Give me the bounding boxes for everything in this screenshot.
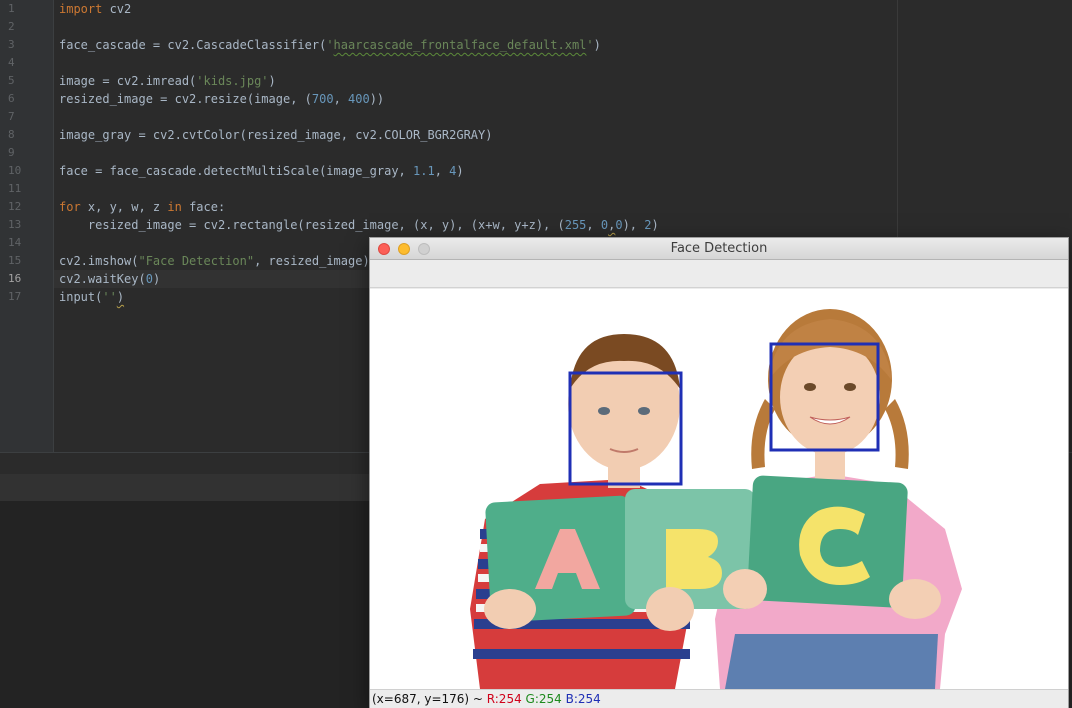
code-line[interactable]: import cv2	[59, 0, 131, 18]
code-line[interactable]: resized_image = cv2.rectangle(resized_im…	[59, 216, 659, 234]
line-number-current: 16	[8, 272, 22, 285]
status-green-value: G:254	[525, 692, 562, 706]
line-number: 15	[8, 254, 22, 267]
image-canvas[interactable]	[370, 289, 1068, 689]
run-output-area	[0, 501, 370, 708]
window-title: Face Detection	[670, 241, 768, 256]
line-number: 1	[8, 2, 15, 15]
line-number: 11	[8, 182, 22, 195]
kids-photo	[470, 309, 962, 689]
status-red-value: R:254	[486, 692, 522, 706]
line-number: 5	[8, 74, 15, 87]
line-number: 10	[8, 164, 22, 177]
line-number: 2	[8, 20, 15, 33]
line-number-gutter: 1 2 3 4 5 6 7 8 9 10 11 12 13 14 15 16 1…	[0, 0, 54, 452]
line-number: 7	[8, 110, 15, 123]
line-number: 4	[8, 56, 15, 69]
code-line[interactable]: cv2.imshow("Face Detection", resized_ima…	[59, 252, 370, 270]
line-number: 17	[8, 290, 22, 303]
face-detection-window[interactable]: Face Detection (x=687, y=176) ~ R:254 G:…	[369, 237, 1069, 708]
line-number: 14	[8, 236, 22, 249]
code-line[interactable]: image = cv2.imread('kids.jpg')	[59, 72, 276, 90]
code-line[interactable]: input('')	[59, 288, 124, 306]
line-number: 9	[8, 146, 15, 159]
code-line[interactable]: face_cascade = cv2.CascadeClassifier('ha…	[59, 36, 601, 54]
line-number: 12	[8, 200, 22, 213]
line-number: 8	[8, 128, 15, 141]
code-line[interactable]: for x, y, w, z in face:	[59, 198, 225, 216]
status-blue-value: B:254	[565, 692, 601, 706]
code-line-current[interactable]: cv2.waitKey(0)	[59, 270, 160, 288]
line-number: 6	[8, 92, 15, 105]
window-statusbar: (x=687, y=176) ~ R:254 G:254 B:254	[370, 689, 1068, 708]
window-titlebar[interactable]: Face Detection	[370, 238, 1068, 260]
status-coords: (x=687, y=176) ~	[372, 692, 487, 706]
code-line[interactable]: resized_image = cv2.resize(image, (700, …	[59, 90, 384, 108]
line-number: 3	[8, 38, 15, 51]
line-number: 13	[8, 218, 22, 231]
run-panel-row[interactable]	[0, 474, 370, 501]
window-toolbar	[370, 261, 1068, 288]
code-line[interactable]: image_gray = cv2.cvtColor(resized_image,…	[59, 126, 492, 144]
code-line[interactable]: face = face_cascade.detectMultiScale(ima…	[59, 162, 464, 180]
